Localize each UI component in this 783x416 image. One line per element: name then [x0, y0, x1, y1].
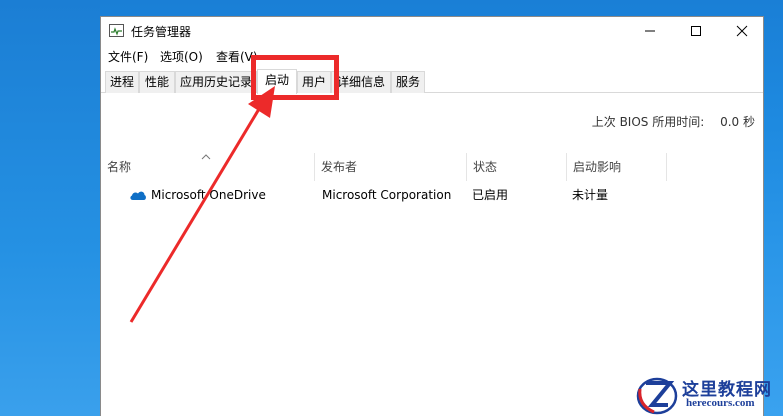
bios-time-value: 0.0 秒: [720, 115, 755, 129]
cell-publisher: Microsoft Corporation: [322, 188, 452, 202]
cell-status: 已启用: [472, 188, 509, 202]
column-header-impact[interactable]: 启动影响: [567, 153, 667, 181]
window-title: 任务管理器: [131, 25, 192, 39]
maximize-button[interactable]: [673, 17, 719, 45]
cell-impact: 未计量: [572, 188, 609, 202]
maximize-icon: [691, 26, 701, 36]
tab-details[interactable]: 详细信息: [331, 71, 391, 93]
bios-time: 上次 BIOS 所用时间: 0.0 秒: [580, 113, 755, 130]
tab-strip: 进程 性能 应用历史记录 启动 用户 详细信息 服务: [101, 69, 763, 94]
bios-time-label: 上次 BIOS 所用时间:: [591, 115, 705, 129]
minimize-button[interactable]: [627, 17, 673, 45]
title-bar[interactable]: 任务管理器: [101, 17, 763, 45]
watermark: 这里教程网 herecours.com: [636, 373, 783, 416]
menu-file[interactable]: 文件(F): [108, 48, 148, 65]
tab-performance[interactable]: 性能: [139, 71, 175, 93]
cell-name: Microsoft OneDrive: [151, 188, 266, 202]
close-button[interactable]: [719, 17, 765, 45]
task-manager-icon: [109, 24, 124, 37]
table-row[interactable]: Microsoft OneDrive Microsoft Corporation…: [101, 183, 763, 207]
menu-options[interactable]: 选项(O): [160, 48, 203, 65]
watermark-subtitle: herecours.com: [686, 397, 755, 409]
column-header-name[interactable]: 名称: [101, 153, 315, 181]
tab-app-history[interactable]: 应用历史记录: [175, 71, 257, 93]
column-header-publisher[interactable]: 发布者: [315, 153, 467, 181]
minimize-icon: [645, 30, 655, 32]
startup-tab-highlight: [251, 55, 339, 100]
task-manager-window: 任务管理器 文件(F) 选项(O) 查看(V) 进程 性能 应用历史记录 启动 …: [100, 16, 764, 416]
onedrive-cloud-icon: [130, 191, 146, 200]
close-icon: [736, 25, 748, 37]
desktop-background: [0, 0, 100, 416]
tab-processes[interactable]: 进程: [105, 71, 139, 93]
watermark-logo-icon: [636, 377, 678, 415]
tab-services[interactable]: 服务: [391, 71, 425, 93]
menu-bar: 文件(F) 选项(O) 查看(V): [101, 45, 763, 67]
column-header-status[interactable]: 状态: [467, 153, 567, 181]
